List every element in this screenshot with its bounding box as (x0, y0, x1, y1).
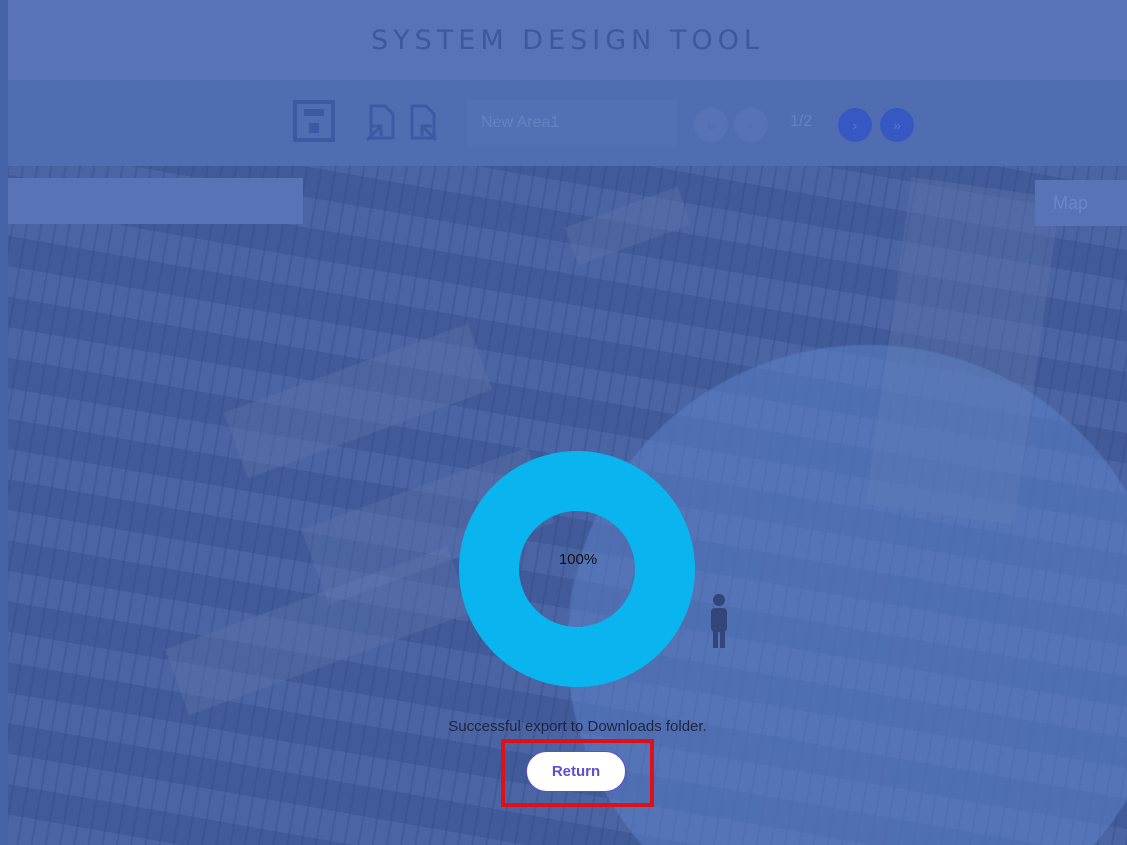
progress-ring-arc (459, 451, 695, 687)
progress-percent: 100% (558, 551, 598, 568)
person-icon (711, 594, 727, 648)
highlight-box (501, 739, 654, 807)
export-progress-ring (459, 451, 695, 687)
export-success-message: Successful export to Downloads folder. (448, 718, 707, 735)
